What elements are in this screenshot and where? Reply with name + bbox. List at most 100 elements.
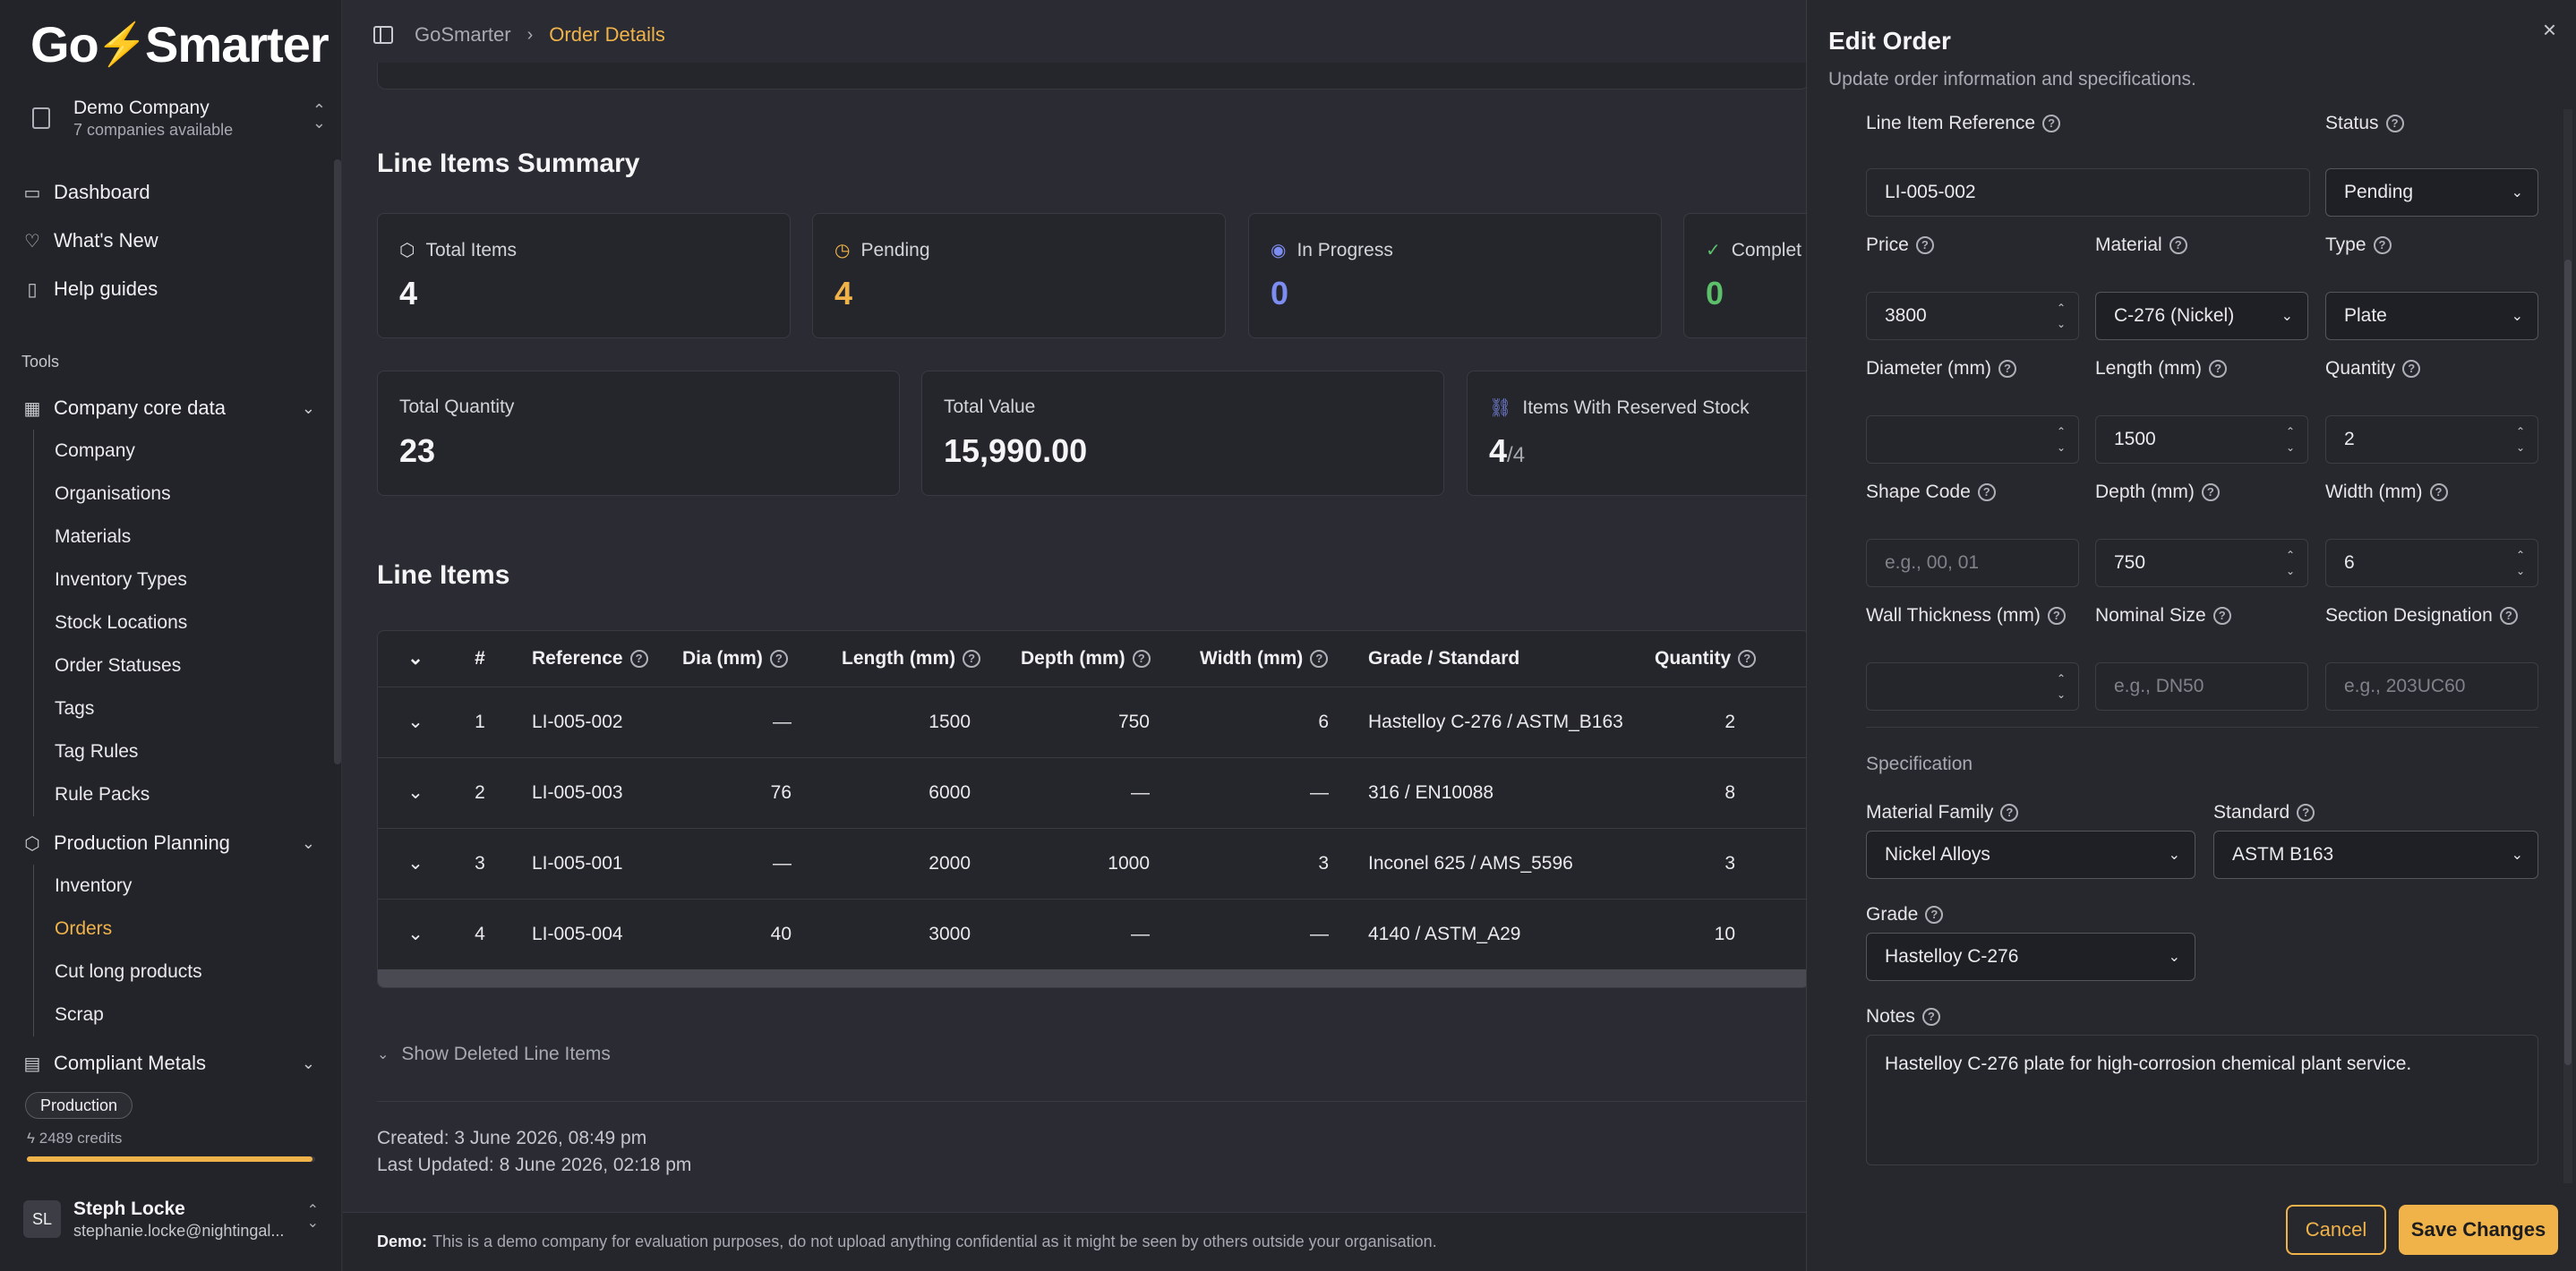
sidebar-item-inventory-types[interactable]: Inventory Types (34, 559, 187, 601)
nav-dashboard[interactable]: ▭ Dashboard (20, 175, 150, 210)
sidebar-item-cut-long-products[interactable]: Cut long products (34, 951, 202, 994)
help-icon[interactable]: ? (1921, 1008, 1940, 1026)
col-width[interactable]: Width (mm)? (1168, 631, 1347, 687)
price-input[interactable]: 3800 ⌃ ⌄ (1866, 292, 2079, 340)
grade-select[interactable]: Hastelloy C-276 ⌄ (1866, 933, 2195, 981)
help-icon[interactable]: ? (2201, 483, 2220, 501)
sidebar-item-organisations[interactable]: Organisations (34, 473, 187, 516)
user-menu[interactable]: SL Steph Locke stephanie.locke@nightinga… (23, 1194, 319, 1244)
shape-code-input[interactable]: e.g., 00, 01 (1866, 539, 2079, 587)
stepper-icon[interactable]: ⌃ ⌄ (2286, 547, 2295, 579)
quantity-input[interactable]: 2 ⌃ ⌄ (2325, 415, 2538, 464)
line-ref-input[interactable]: LI-005-002 (1866, 168, 2310, 217)
standard-select[interactable]: ASTM B163 ⌄ (2213, 831, 2538, 879)
help-icon[interactable]: ? (1977, 483, 1996, 501)
help-icon[interactable]: ? (2209, 360, 2228, 378)
help-icon[interactable]: ? (2042, 115, 2061, 132)
table-row[interactable]: ⌄ 3 LI-005-001—2000 1000 3 Inconel 625 / AMS_… (378, 828, 1806, 900)
col-depth[interactable]: Depth (mm)? (988, 631, 1168, 687)
col-length[interactable]: Length (mm)? (809, 631, 988, 687)
nav-whats-new[interactable]: ♡ What's New (20, 223, 158, 259)
sidebar-item-tag-rules[interactable]: Tag Rules (34, 730, 187, 773)
expand-row-icon[interactable]: ⌄ (378, 899, 453, 970)
sidebar-item-scrap[interactable]: Scrap (34, 994, 202, 1036)
stepper-icon[interactable]: ⌃ ⌄ (2057, 300, 2066, 332)
expand-row-icon[interactable]: ⌄ (378, 828, 453, 900)
help-icon[interactable]: ? (2385, 115, 2404, 132)
table-horizontal-scrollbar[interactable] (378, 969, 1806, 987)
gosmarter-logo[interactable]: Go ⚡ Smarter (30, 13, 329, 75)
depth-value: 750 (2114, 552, 2146, 573)
help-icon[interactable]: ? (963, 650, 981, 669)
sidebar-scrollbar[interactable] (334, 159, 341, 764)
depth-input[interactable]: 750 ⌃ ⌄ (2095, 539, 2308, 587)
help-icon[interactable]: ? (2000, 804, 2019, 822)
diameter-input[interactable]: ⌃ ⌄ (1866, 415, 2079, 464)
stepper-icon[interactable]: ⌃ ⌄ (2057, 670, 2066, 703)
help-icon[interactable]: ? (629, 650, 648, 669)
sidebar-item-stock-locations[interactable]: Stock Locations (34, 601, 187, 644)
status-select[interactable]: Pending ⌄ (2325, 168, 2538, 217)
company-switcher[interactable]: Demo Company 7 companies available ⌃ ⌄ (21, 93, 326, 143)
table-row[interactable]: ⌄ 1 LI-005-002—1500 750 6 Hastelloy C-276 / A… (378, 687, 1806, 758)
sidebar-item-order-statuses[interactable]: Order Statuses (34, 644, 187, 687)
help-icon[interactable]: ? (2212, 607, 2231, 625)
sidebar-item-materials[interactable]: Materials (34, 516, 187, 559)
chevron-right-icon: › (526, 24, 534, 45)
help-icon[interactable]: ? (1925, 906, 1944, 924)
type-select[interactable]: Plate ⌄ (2325, 292, 2538, 340)
notes-textarea[interactable]: Hastelloy C-276 plate for high-corrosion… (1866, 1035, 2538, 1165)
sidebar-item-inventory[interactable]: Inventory (34, 865, 202, 908)
section-designation-input[interactable]: e.g., 203UC60 (2325, 662, 2538, 711)
nav-help-guides[interactable]: ▯ Help guides (20, 271, 158, 307)
col-reference[interactable]: Reference? (507, 631, 659, 687)
col-quantity[interactable]: Quantity? (1637, 631, 1762, 687)
help-icon[interactable]: ? (1738, 650, 1757, 669)
nav-group-compliant-metals[interactable]: ▤ Compliant Metals ⌄ (20, 1045, 315, 1081)
sidebar-item-rule-packs[interactable]: Rule Packs (34, 773, 187, 816)
help-icon[interactable]: ? (2402, 360, 2421, 378)
help-icon[interactable]: ? (2499, 607, 2518, 625)
col-grade[interactable]: Grade / Standard (1347, 631, 1637, 687)
cancel-button[interactable]: Cancel (2286, 1205, 2386, 1255)
close-icon[interactable]: × (2543, 16, 2556, 44)
material-family-select[interactable]: Nickel Alloys ⌄ (1866, 831, 2195, 879)
help-icon[interactable]: ? (1998, 360, 2016, 378)
nominal-size-input[interactable]: e.g., DN50 (2095, 662, 2308, 711)
help-icon[interactable]: ? (1915, 236, 1934, 254)
nav-group-company-core-data[interactable]: ▦ Company core data ⌄ (20, 390, 315, 426)
save-changes-button[interactable]: Save Changes (2399, 1205, 2558, 1255)
expand-all-icon[interactable]: ⌄ (378, 631, 453, 687)
nav-group-pp-label: Production Planning (54, 832, 230, 854)
width-input[interactable]: 6 ⌃ ⌄ (2325, 539, 2538, 587)
help-icon[interactable]: ? (2297, 804, 2315, 822)
stepper-icon[interactable]: ⌃ ⌄ (2516, 547, 2525, 579)
help-icon[interactable]: ? (2169, 236, 2187, 254)
sidebar-item-orders[interactable]: Orders (34, 908, 202, 951)
show-deleted-toggle[interactable]: ⌄ Show Deleted Line Items (377, 1044, 611, 1065)
material-select[interactable]: C-276 (Nickel) ⌄ (2095, 292, 2308, 340)
help-icon[interactable]: ? (2429, 483, 2448, 501)
stepper-icon[interactable]: ⌃ ⌄ (2057, 423, 2066, 456)
standard-value: ASTM B163 (2232, 844, 2334, 865)
col-dia[interactable]: Dia (mm)? (659, 631, 809, 687)
help-icon[interactable]: ? (2373, 236, 2392, 254)
sidebar-item-tags[interactable]: Tags (34, 687, 187, 730)
expand-row-icon[interactable]: ⌄ (378, 757, 453, 829)
table-row[interactable]: ⌄ 4 LI-005-004 40 3000— —4140 / ASTM_A29 10 (378, 899, 1806, 970)
help-icon[interactable]: ? (2047, 607, 2066, 625)
breadcrumb-root[interactable]: GoSmarter (415, 23, 511, 47)
sidebar-toggle-icon[interactable] (373, 26, 393, 44)
help-icon[interactable]: ? (1310, 650, 1329, 669)
expand-row-icon[interactable]: ⌄ (378, 687, 453, 758)
help-icon[interactable]: ? (1132, 650, 1151, 669)
nav-group-production-planning[interactable]: ⬡ Production Planning ⌄ (20, 825, 315, 861)
sidebar-item-company[interactable]: Company (34, 430, 187, 473)
table-row[interactable]: ⌄ 2 LI-005-003 76 6000— —316 / EN10088 8 (378, 757, 1806, 829)
stepper-icon[interactable]: ⌃ ⌄ (2286, 423, 2295, 456)
wall-thickness-input[interactable]: ⌃ ⌄ (1866, 662, 2079, 711)
help-icon[interactable]: ? (769, 650, 788, 669)
length-input[interactable]: 1500 ⌃ ⌄ (2095, 415, 2308, 464)
stepper-icon[interactable]: ⌃ ⌄ (2516, 423, 2525, 456)
drawer-scrollbar[interactable] (2564, 260, 2572, 1065)
